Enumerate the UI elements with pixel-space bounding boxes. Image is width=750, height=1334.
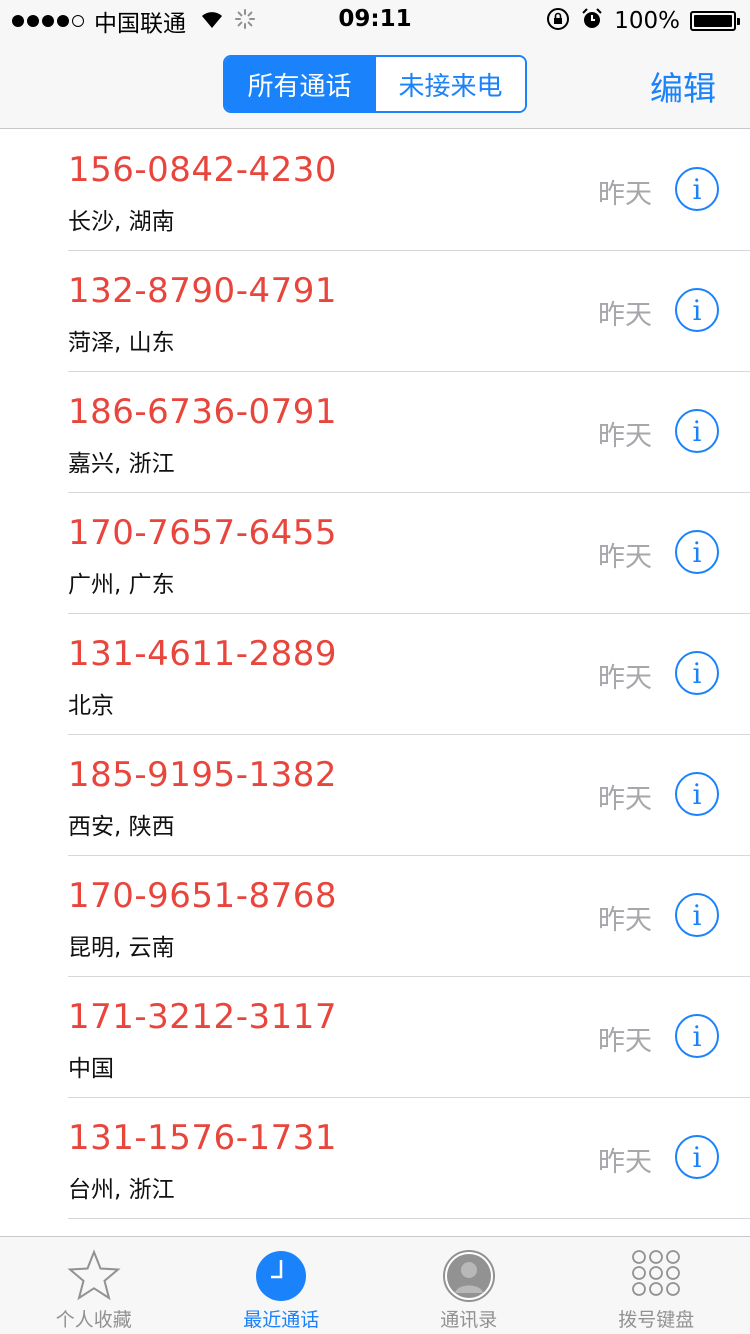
tab-label: 通讯录 <box>440 1309 498 1331</box>
call-date: 昨天 <box>598 421 652 452</box>
recent-calls-list: 156-0842-4230 长沙, 湖南 昨天 i 132-8790-4791 … <box>0 130 750 1236</box>
call-row[interactable]: 131-4611-2889 北京 昨天 i <box>0 614 750 735</box>
call-location: 中国 <box>68 1056 114 1082</box>
row-divider <box>68 1218 750 1219</box>
call-date: 昨天 <box>598 542 652 573</box>
call-date: 昨天 <box>598 784 652 815</box>
call-row[interactable]: 186-6736-0791 嘉兴, 浙江 昨天 i <box>0 372 750 493</box>
info-icon[interactable]: i <box>675 288 719 332</box>
call-number: 132-8790-4791 <box>68 271 337 311</box>
rotation-lock-icon <box>546 7 570 35</box>
segment-all-calls[interactable]: 所有通话 <box>225 57 374 111</box>
battery-percentage: 100% <box>614 8 680 34</box>
info-icon[interactable]: i <box>675 651 719 695</box>
tab-label: 拨号键盘 <box>618 1309 695 1331</box>
call-location: 北京 <box>68 693 114 719</box>
tab-label: 最近通话 <box>243 1309 320 1331</box>
clock-icon <box>254 1249 308 1303</box>
call-date: 昨天 <box>598 1147 652 1178</box>
info-icon[interactable]: i <box>675 893 719 937</box>
call-number: 170-7657-6455 <box>68 513 337 553</box>
call-number: 131-1576-1731 <box>68 1118 337 1158</box>
call-location: 菏泽, 山东 <box>68 330 175 356</box>
segment-missed-calls[interactable]: 未接来电 <box>374 57 525 111</box>
star-icon <box>67 1249 121 1303</box>
navigation-bar: 所有通话 未接来电 编辑 <box>0 40 750 129</box>
call-date: 昨天 <box>598 905 652 936</box>
info-icon[interactable]: i <box>675 530 719 574</box>
tab-contacts[interactable]: 通讯录 <box>375 1237 563 1334</box>
status-bar: 中国联通 09:11 100% <box>0 0 750 40</box>
call-row[interactable]: 131-1576-1731 台州, 浙江 昨天 i <box>0 1098 750 1219</box>
call-number: 170-9651-8768 <box>68 876 337 916</box>
call-number: 185-9195-1382 <box>68 755 337 795</box>
alarm-icon <box>580 7 604 35</box>
contacts-icon <box>442 1249 496 1303</box>
info-icon[interactable]: i <box>675 1135 719 1179</box>
call-number: 171-3212-3117 <box>68 997 337 1037</box>
status-right: 100% <box>546 6 740 36</box>
tab-keypad[interactable]: 拨号键盘 <box>563 1237 750 1334</box>
tab-favorites[interactable]: 个人收藏 <box>0 1237 188 1334</box>
call-location: 昆明, 云南 <box>68 935 175 961</box>
call-number: 156-0842-4230 <box>68 150 337 190</box>
call-location: 广州, 广东 <box>68 572 175 598</box>
call-filter-segmented-control: 所有通话 未接来电 <box>223 55 527 113</box>
tab-recents[interactable]: 最近通话 <box>188 1237 376 1334</box>
info-icon[interactable]: i <box>675 1014 719 1058</box>
tab-label: 个人收藏 <box>55 1309 132 1331</box>
info-icon[interactable]: i <box>675 772 719 816</box>
call-row[interactable]: 132-8790-4791 菏泽, 山东 昨天 i <box>0 251 750 372</box>
call-row[interactable]: 170-9651-8768 昆明, 云南 昨天 i <box>0 856 750 977</box>
info-icon[interactable]: i <box>675 409 719 453</box>
call-date: 昨天 <box>598 300 652 331</box>
call-location: 台州, 浙江 <box>68 1177 175 1203</box>
call-number: 186-6736-0791 <box>68 392 337 432</box>
call-location: 长沙, 湖南 <box>68 209 175 235</box>
call-row[interactable]: 156-0842-4230 长沙, 湖南 昨天 i <box>0 130 750 251</box>
call-number: 131-4611-2889 <box>68 634 337 674</box>
call-date: 昨天 <box>598 663 652 694</box>
call-location: 嘉兴, 浙江 <box>68 451 175 477</box>
call-location: 西安, 陕西 <box>68 814 175 840</box>
call-date: 昨天 <box>598 1026 652 1057</box>
battery-icon <box>690 11 740 31</box>
tab-bar: 个人收藏 最近通话 通讯录 拨号键盘 <box>0 1236 750 1334</box>
call-date: 昨天 <box>598 179 652 210</box>
keypad-icon <box>629 1249 683 1303</box>
info-icon[interactable]: i <box>675 167 719 211</box>
edit-button[interactable]: 编辑 <box>650 62 716 110</box>
call-row[interactable]: 185-9195-1382 西安, 陕西 昨天 i <box>0 735 750 856</box>
call-row[interactable]: 170-7657-6455 广州, 广东 昨天 i <box>0 493 750 614</box>
call-row[interactable]: 171-3212-3117 中国 昨天 i <box>0 977 750 1098</box>
